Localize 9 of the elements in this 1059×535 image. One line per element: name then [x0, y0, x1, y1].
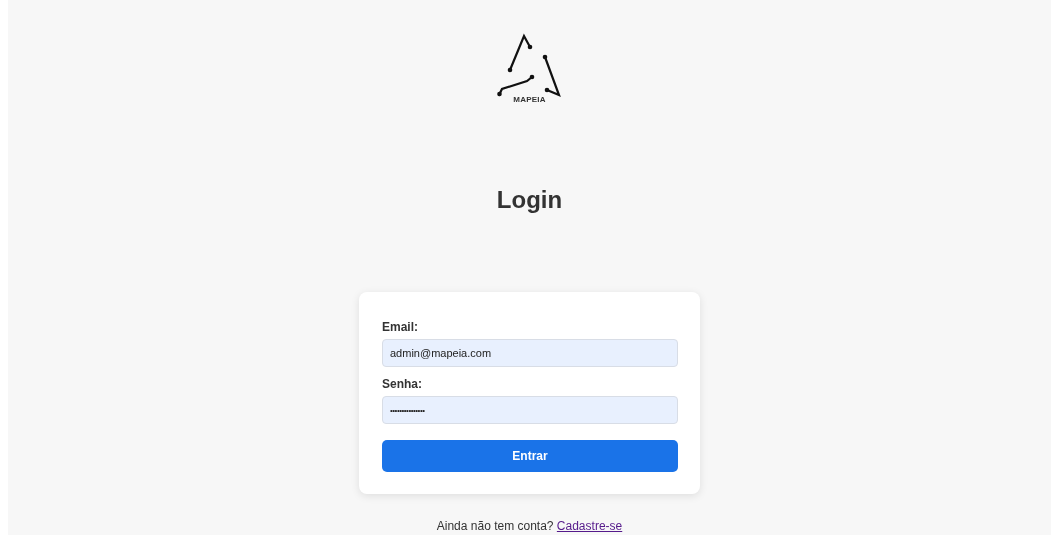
- password-field[interactable]: •••••••••••••••: [382, 396, 678, 424]
- logo-text: MAPEIA: [513, 95, 546, 104]
- page-title: Login: [496, 186, 563, 214]
- login-button[interactable]: Entrar: [382, 440, 678, 472]
- signup-prompt: Ainda não tem conta? Cadastre-se: [436, 519, 623, 533]
- field-label: Senha:: [382, 377, 423, 391]
- signup-link[interactable]: Cadastre-se: [556, 519, 623, 533]
- field-label: Email:: [382, 320, 419, 334]
- email-field[interactable]: admin@mapeia.com: [382, 339, 678, 367]
